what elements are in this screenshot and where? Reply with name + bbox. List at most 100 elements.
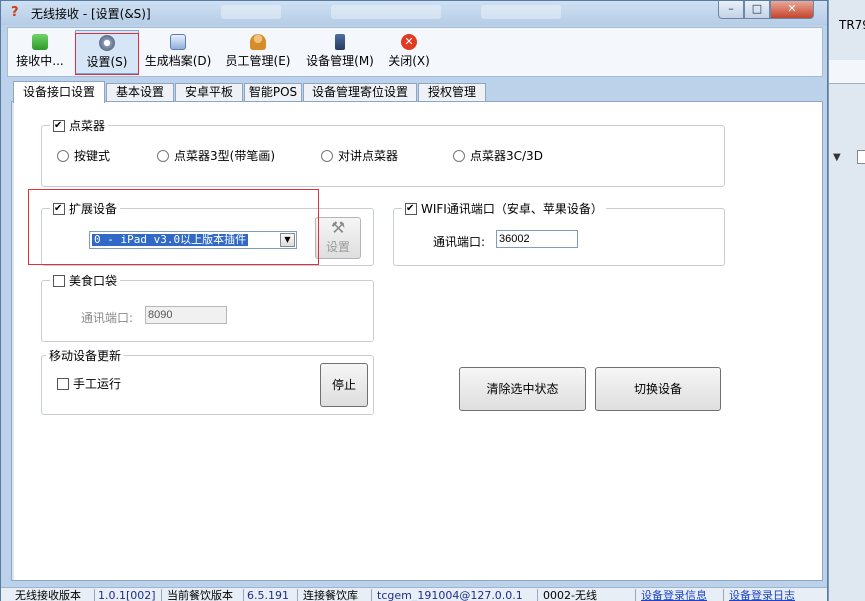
status-separator (161, 589, 162, 601)
wifi-port-label: 通讯端口: (433, 235, 486, 249)
clear-selection-button[interactable]: 清除选中状态 (459, 367, 586, 411)
close-icon: ✕ (401, 34, 417, 50)
mobile-update-legend: 移动设备更新 (46, 347, 125, 364)
radio-type3-label: 点菜器3型(带笔画) (174, 149, 275, 163)
close-window-button[interactable]: ✕ (770, 1, 814, 19)
settings-label: 设置(S) (86, 55, 128, 69)
document-icon (170, 34, 186, 50)
radio-button[interactable] (57, 149, 69, 162)
mobile-update-label: 移动设备更新 (49, 349, 122, 363)
person-icon (250, 34, 266, 50)
status-separator (635, 589, 636, 601)
main-window: ? 无线接收 - [设置(&S)] – □ ✕ 接收中... 设置(S) 生成档… (0, 0, 828, 601)
manual-run-option[interactable]: 手工运行 (57, 375, 121, 392)
close-label: 关闭(X) (388, 54, 430, 68)
radio-button[interactable] (453, 149, 465, 162)
dianchaiqi-legend: 点菜器 (50, 117, 109, 134)
pos-version-label: 当前餐饮版本 (167, 589, 233, 601)
blurred-title-area (481, 5, 561, 19)
radio-intercom[interactable]: 对讲点菜器 (321, 147, 398, 164)
meishi-port-label: 通讯端口: (81, 311, 134, 325)
pos-version-value: 6.5.191 (247, 589, 289, 601)
toolbar: 接收中... 设置(S) 生成档案(D) 员工管理(E) 设备管理(M) ✕ 关… (7, 27, 823, 77)
wifi-checkbox[interactable] (405, 202, 417, 215)
manual-run-checkbox[interactable] (57, 377, 69, 390)
status-bar: 无线接收版本 1.0.1[002] 当前餐饮版本 6.5.191 连接餐饮库 t… (1, 587, 827, 601)
tab-device-interface[interactable]: 设备接口设置 (13, 81, 105, 103)
phone-icon (335, 34, 345, 50)
close-button[interactable]: ✕ 关闭(X) (384, 30, 434, 74)
staff-management-label: 员工管理(E) (225, 54, 291, 68)
generate-archive-button[interactable]: 生成档案(D) (142, 30, 214, 74)
extension-selected-value: 0 - iPad v3.0以上版本插件 (92, 233, 249, 246)
rss-icon (32, 34, 48, 50)
title-bar: ? 无线接收 - [设置(&S)] – □ ✕ (1, 1, 827, 25)
status-separator (297, 589, 298, 601)
wifi-port-input[interactable]: 36002 (496, 230, 578, 248)
radio-3c3d[interactable]: 点菜器3C/3D (453, 147, 543, 164)
panel-edge (12, 102, 14, 580)
status-separator (371, 589, 372, 601)
device-management-label: 设备管理(M) (306, 54, 374, 68)
switch-device-button[interactable]: 切换设备 (595, 367, 721, 411)
extension-label: 扩展设备 (69, 202, 118, 216)
wifi-legend: WIFI通讯端口（安卓、苹果设备） (402, 200, 606, 217)
radio-intercom-label: 对讲点菜器 (338, 149, 399, 163)
gear-icon (99, 35, 115, 51)
stop-button[interactable]: 停止 (320, 363, 368, 407)
radio-button[interactable] (157, 149, 169, 162)
status-separator (723, 589, 724, 601)
radio-button[interactable] (321, 149, 333, 162)
extension-checkbox[interactable] (53, 202, 65, 215)
radio-3c3d-label: 点菜器3C/3D (470, 149, 543, 163)
background-window: TR79 ▼ (828, 0, 865, 601)
device-management-button[interactable]: 设备管理(M) (302, 30, 378, 74)
dianchaiqi-checkbox[interactable] (53, 119, 65, 132)
tab-authorization[interactable]: 授权管理 (418, 83, 486, 102)
db-value: tcgem_191004@127.0.0.1 (377, 589, 523, 601)
extension-settings-button[interactable]: ⚒ 设置 (315, 217, 361, 259)
minimize-button[interactable]: – (718, 1, 744, 19)
meishi-legend: 美食口袋 (50, 272, 121, 289)
recv-version-label: 无线接收版本 (15, 589, 81, 601)
settings-button[interactable]: 设置(S) (75, 30, 139, 74)
window-title: 无线接收 - [设置(&S)] (31, 7, 151, 21)
status-separator (243, 589, 244, 601)
tab-android-tablet[interactable]: 安卓平板 (175, 83, 243, 102)
device-value: 0002-无线 (543, 589, 597, 601)
blurred-title-area (221, 5, 281, 19)
extension-device-select[interactable]: 0 - iPad v3.0以上版本插件 ▼ (89, 231, 297, 249)
db-label: 连接餐饮库 (303, 589, 358, 601)
receiving-button[interactable]: 接收中... (10, 30, 70, 74)
background-dropdown-icon: ▼ (833, 152, 841, 163)
login-info-link[interactable]: 设备登录信息 (641, 589, 707, 601)
wifi-label: WIFI通讯端口（安卓、苹果设备） (421, 202, 603, 216)
recv-version-value: 1.0.1[002] (98, 589, 156, 601)
generate-archive-label: 生成档案(D) (144, 54, 212, 68)
extension-legend: 扩展设备 (50, 200, 121, 217)
manual-run-label: 手工运行 (73, 377, 122, 391)
tab-smart-pos[interactable]: 智能POS (244, 83, 302, 102)
background-window-bar (829, 60, 865, 84)
hammer-icon: ⚒ (330, 218, 346, 237)
app-icon: ? (11, 5, 19, 20)
meishi-checkbox[interactable] (53, 274, 65, 287)
meishi-label: 美食口袋 (69, 274, 118, 288)
background-window-text: TR79 (839, 18, 865, 32)
status-separator (94, 589, 95, 601)
staff-management-button[interactable]: 员工管理(E) (220, 30, 296, 74)
dianchaiqi-label: 点菜器 (69, 119, 106, 133)
chevron-down-icon[interactable]: ▼ (280, 233, 295, 247)
blurred-title-area (331, 5, 441, 19)
maximize-button[interactable]: □ (744, 1, 770, 19)
radio-keypad[interactable]: 按键式 (57, 147, 110, 164)
extension-settings-label: 设置 (325, 240, 350, 254)
meishi-port-input[interactable]: 8090 (145, 306, 227, 324)
radio-type3[interactable]: 点菜器3型(带笔画) (157, 147, 275, 164)
background-window-box (857, 150, 865, 164)
receiving-label: 接收中... (16, 54, 64, 68)
radio-keypad-label: 按键式 (74, 149, 111, 163)
tab-device-storage-settings[interactable]: 设备管理寄位设置 (303, 83, 417, 102)
login-log-link[interactable]: 设备登录日志 (729, 589, 795, 601)
tab-basic-settings[interactable]: 基本设置 (106, 83, 174, 102)
